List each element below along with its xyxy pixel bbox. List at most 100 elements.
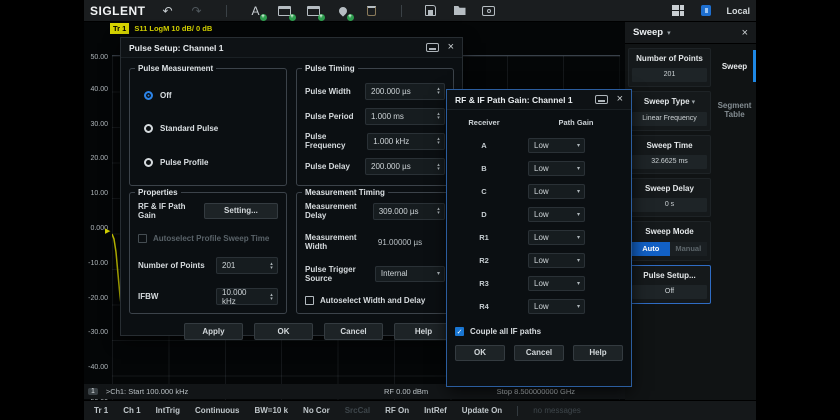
- y-axis-tick: 10.00: [84, 190, 108, 198]
- ifbw-spinner[interactable]: 10.000 kHz ▴▾: [216, 288, 278, 305]
- dialog-button[interactable]: OK: [455, 345, 505, 361]
- dialog-titlebar[interactable]: RF & IF Path Gain: Channel 1 ×: [447, 90, 631, 110]
- y-axis-tick: 50.00: [84, 54, 108, 62]
- undo-button[interactable]: ↶: [160, 3, 176, 19]
- delete-button[interactable]: [364, 3, 380, 19]
- pulse-measurement-option[interactable]: Standard Pulse: [144, 124, 278, 133]
- points-spinner[interactable]: 201 ▴▾: [216, 257, 278, 274]
- status-item[interactable]: Update On: [462, 406, 502, 415]
- path-gain-dropdown[interactable]: Low ▾: [528, 276, 585, 291]
- pulse-setup-control[interactable]: Pulse Setup... Off: [628, 265, 711, 304]
- sweep-delay-control[interactable]: Sweep Delay 0 s: [628, 178, 711, 217]
- spinner-arrows-icon[interactable]: ▴▾: [266, 262, 277, 270]
- status-item[interactable]: Ch 1: [123, 406, 140, 415]
- status-item[interactable]: No Cor: [303, 406, 330, 415]
- sidebar-header: Sweep ▾ ×: [625, 22, 756, 44]
- path-gain-dropdown[interactable]: Low ▾: [528, 207, 585, 222]
- keyboard-icon[interactable]: [426, 43, 439, 52]
- add-sheet-button[interactable]: +: [306, 3, 322, 19]
- pulse-measurement-option[interactable]: Pulse Profile: [144, 158, 278, 167]
- dialog-button[interactable]: Cancel: [324, 323, 383, 340]
- sweep-time-control[interactable]: Sweep Time 32.6625 ms: [628, 135, 711, 174]
- spinner-arrows-icon[interactable]: ▴▾: [433, 87, 444, 95]
- sweep-mode-option[interactable]: Auto: [632, 242, 670, 256]
- spinner-arrows-icon[interactable]: ▴▾: [433, 207, 444, 215]
- status-item[interactable]: Continuous: [195, 406, 239, 415]
- spinner-arrows-icon[interactable]: ▴▾: [266, 293, 277, 301]
- sidebar-title[interactable]: Sweep: [633, 27, 663, 38]
- path-gain-dropdown[interactable]: Low ▾: [528, 230, 585, 245]
- sweep-mode-option[interactable]: Manual: [670, 242, 708, 256]
- path-gain-dropdown[interactable]: Low ▾: [528, 299, 585, 314]
- redo-button[interactable]: ↷: [189, 3, 205, 19]
- path-gain-dropdown[interactable]: Low ▾: [528, 161, 585, 176]
- couple-if-paths-checkbox[interactable]: ✓ Couple all IF paths: [447, 318, 631, 338]
- radio-label: Off: [160, 91, 172, 100]
- pulse-setup-value[interactable]: Off: [632, 285, 707, 299]
- keyboard-icon[interactable]: [595, 95, 608, 104]
- trace-settings-label[interactable]: S11 LogM 10 dB/ 0 dB: [134, 24, 212, 33]
- status-item[interactable]: SrcCal: [345, 406, 370, 415]
- sidebar-close-button[interactable]: ×: [742, 27, 748, 39]
- field-spinner[interactable]: 1.000 ms ▴▾: [365, 108, 445, 125]
- status-item[interactable]: BW=10 k: [254, 406, 288, 415]
- dialog-titlebar[interactable]: Pulse Setup: Channel 1 ×: [121, 38, 462, 58]
- path-gain-setting-button[interactable]: Setting...: [204, 203, 278, 219]
- path-gain-dropdown[interactable]: Low ▾: [528, 253, 585, 268]
- group-label: Properties: [135, 188, 181, 197]
- trigger-source-dropdown[interactable]: Internal ▾: [375, 266, 445, 282]
- dialog-button[interactable]: Help: [394, 323, 453, 340]
- chevron-down-icon: ▾: [577, 234, 584, 241]
- window-layout-button[interactable]: [670, 3, 686, 19]
- pulse-timing-field: Pulse Frequency 1.000 kHz ▴▾: [305, 132, 445, 150]
- path-gain-dropdown[interactable]: Low ▾: [528, 138, 585, 153]
- toolbar-divider: [226, 5, 227, 17]
- spinner-arrows-icon[interactable]: ▴▾: [433, 112, 444, 120]
- sweep-time-value[interactable]: 32.6625 ms: [632, 155, 707, 169]
- path-gain-dropdown[interactable]: Low ▾: [528, 184, 585, 199]
- gain-table-row: R1 Low ▾: [447, 226, 631, 249]
- dialog-button[interactable]: Cancel: [514, 345, 564, 361]
- sweep-type-value[interactable]: Linear Frequency: [632, 112, 707, 126]
- remote-status-button[interactable]: [698, 3, 714, 19]
- field-spinner[interactable]: 1.000 kHz ▴▾: [367, 133, 445, 150]
- status-message: no messages: [533, 406, 581, 415]
- add-window-button[interactable]: +: [277, 3, 293, 19]
- dialog-close-button[interactable]: ×: [617, 94, 623, 105]
- autoselect-profile-sweep-time-checkbox[interactable]: Autoselect Profile Sweep Time: [138, 234, 278, 243]
- ifbw-label: IFBW: [138, 292, 158, 301]
- save-button[interactable]: [423, 3, 439, 19]
- sweep-mode-control: Sweep Mode Auto Manual: [628, 221, 711, 261]
- spinner-arrows-icon[interactable]: ▴▾: [433, 137, 444, 145]
- status-item[interactable]: RF On: [385, 406, 409, 415]
- trace-badge[interactable]: Tr 1: [110, 23, 129, 34]
- stop-frequency-label: Stop 8.500000000 GHz: [497, 387, 575, 396]
- number-of-points-value[interactable]: 201: [632, 68, 707, 82]
- sweep-delay-value[interactable]: 0 s: [632, 198, 707, 212]
- sweep-type-control[interactable]: Sweep Type▾ Linear Frequency: [628, 91, 711, 131]
- dialog-button[interactable]: Help: [573, 345, 623, 361]
- pulse-measurement-option[interactable]: Off: [144, 91, 278, 100]
- status-item[interactable]: IntTrig: [156, 406, 180, 415]
- receiver-column-header: Receiver: [447, 118, 521, 127]
- gain-table-row: A Low ▾: [447, 134, 631, 157]
- open-button[interactable]: [452, 3, 468, 19]
- number-of-points-control[interactable]: Number of Points 201: [628, 48, 711, 87]
- status-item[interactable]: Tr 1: [94, 406, 108, 415]
- dialog-button[interactable]: Apply: [184, 323, 243, 340]
- sidebar-tab[interactable]: Sweep: [713, 44, 756, 88]
- field-spinner[interactable]: 200.000 µs ▴▾: [365, 158, 445, 175]
- status-item[interactable]: IntRef: [424, 406, 447, 415]
- sidebar-tab[interactable]: Segment Table: [713, 88, 756, 132]
- local-status-label[interactable]: Local: [726, 6, 750, 16]
- field-spinner[interactable]: 200.000 µs ▴▾: [365, 83, 445, 100]
- chevron-down-icon: ▾: [437, 270, 444, 277]
- add-marker-button[interactable]: +: [335, 3, 351, 19]
- measurement-delay-spinner[interactable]: 309.000 µs ▴▾: [373, 203, 445, 220]
- dialog-close-button[interactable]: ×: [448, 42, 454, 53]
- dialog-button[interactable]: OK: [254, 323, 313, 340]
- add-trace-button[interactable]: A+: [248, 3, 264, 19]
- autoselect-width-delay-checkbox[interactable]: Autoselect Width and Delay: [305, 296, 445, 305]
- spinner-arrows-icon[interactable]: ▴▾: [433, 163, 444, 171]
- screenshot-button[interactable]: [481, 3, 497, 19]
